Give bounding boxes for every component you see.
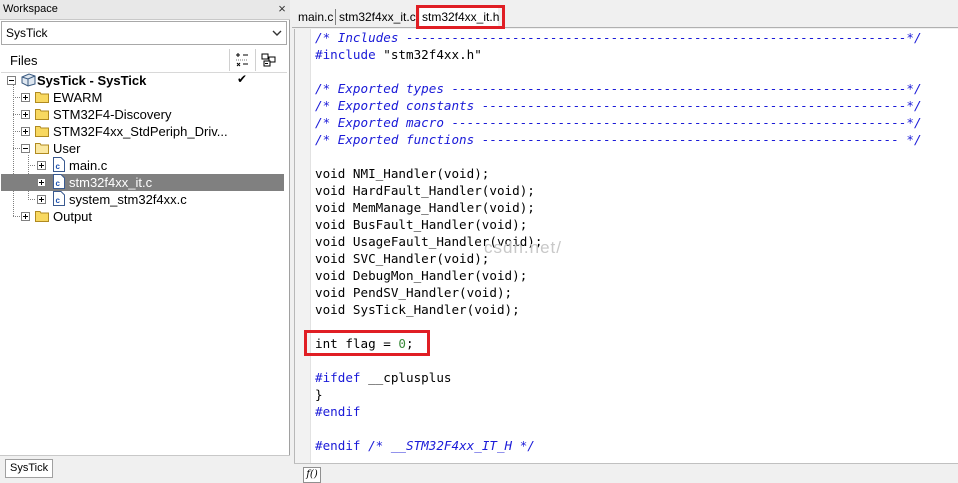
workspace-tab[interactable]: SysTick: [5, 459, 53, 478]
c-file-icon: c: [53, 174, 65, 189]
active-tab-highlight-box: [416, 5, 505, 29]
code-line: void NMI_Handler(void);: [315, 166, 490, 181]
tree-item-output[interactable]: Output: [1, 208, 284, 225]
expand-icon[interactable]: [37, 195, 46, 204]
check-icon: ✔: [237, 72, 248, 86]
code-line: #include "stm32f4xx.h": [315, 46, 482, 63]
collapse-icon[interactable]: [7, 76, 16, 85]
workspace-title: Workspace: [3, 3, 58, 15]
tree-item-project[interactable]: SysTick - SysTick ✔: [1, 72, 284, 89]
tree-item-label: EWARM: [53, 90, 103, 105]
tree-item-label: system_stm32f4xx.c: [69, 192, 187, 207]
tree-item-stm32f4xx-it-c[interactable]: c stm32f4xx_it.c: [1, 174, 284, 191]
close-icon[interactable]: ×: [276, 2, 288, 16]
workspace-tab-label: SysTick: [10, 462, 49, 474]
tree-item-ewarm[interactable]: EWARM: [1, 89, 284, 106]
code-line: #ifdef __cplusplus: [315, 369, 452, 386]
code-line: void PendSV_Handler(void);: [315, 285, 513, 300]
tree-item-label: User: [53, 141, 81, 156]
code-line: void HardFault_Handler(void);: [315, 183, 535, 198]
files-column-header: Files: [1, 47, 287, 73]
c-file-icon: c: [53, 191, 65, 206]
expand-icon[interactable]: [37, 178, 46, 187]
preprocessor-directive: #ifdef: [315, 370, 361, 385]
tree-item-user[interactable]: User: [1, 140, 284, 157]
code-editor[interactable]: /* Includes ----------------------------…: [294, 29, 958, 463]
tree-item-discovery[interactable]: STM32F4-Discovery: [1, 106, 284, 123]
expand-icon[interactable]: [21, 110, 30, 119]
tab-main-c[interactable]: main.c: [298, 7, 333, 28]
folder-icon: [35, 210, 49, 222]
config-column-icon[interactable]: [261, 52, 277, 68]
workspace-panel: Workspace × SysTick Files SysTick - SysT…: [0, 0, 290, 483]
editor-gutter: [295, 29, 311, 463]
chevron-down-icon[interactable]: [268, 22, 286, 44]
configuration-select[interactable]: SysTick: [1, 21, 287, 45]
tree-item-stdperiph[interactable]: STM32F4xx_StdPeriph_Driv...: [1, 123, 284, 140]
include-path: "stm32f4xx.h": [375, 47, 482, 62]
macro-name: __cplusplus: [360, 370, 452, 385]
svg-text:c: c: [56, 162, 61, 171]
svg-text:c: c: [56, 196, 61, 205]
watermark-text: csdn.net/: [484, 238, 562, 257]
editor-panel: main.c stm32f4xx_it.c stm32f4xx_it.h /* …: [292, 0, 958, 483]
code-line: /* Includes ----------------------------…: [315, 30, 922, 45]
code-line: void SVC_Handler(void);: [315, 251, 490, 266]
tree-item-label: STM32F4-Discovery: [53, 107, 172, 122]
svg-text:c: c: [56, 179, 61, 188]
code-line: }: [315, 387, 323, 402]
expand-icon[interactable]: [37, 161, 46, 170]
tree-item-main-c[interactable]: c main.c: [1, 157, 284, 174]
expand-icon[interactable]: [21, 93, 30, 102]
column-divider[interactable]: [255, 49, 256, 71]
workspace-tab-strip: SysTick: [0, 455, 290, 483]
tree-item-label: Output: [53, 209, 93, 224]
configuration-select-value: SysTick: [6, 26, 48, 40]
expand-icon[interactable]: [21, 127, 30, 136]
code-line: /* Exported constants ------------------…: [315, 98, 922, 113]
column-divider[interactable]: [229, 49, 230, 71]
function-list-button[interactable]: f(): [303, 467, 321, 483]
workspace-titlebar: Workspace ×: [0, 0, 290, 20]
code-line: #endif /* __STM32F4xx_IT_H */: [315, 437, 535, 454]
tree-item-label: main.c: [69, 158, 108, 173]
folder-icon: [35, 91, 49, 103]
code-line: #endif: [315, 404, 361, 419]
tree-item-label: STM32F4xx_StdPeriph_Driv...: [53, 124, 228, 139]
tree-item-system-c[interactable]: c system_stm32f4xx.c: [1, 191, 284, 208]
tab-divider: [335, 9, 336, 25]
c-file-icon: c: [53, 157, 65, 172]
project-label: SysTick - SysTick: [37, 73, 147, 88]
code-line: /* Exported macro ----------------------…: [315, 115, 922, 130]
flag-highlight-box: [304, 330, 430, 356]
tree-item-label: stm32f4xx_it.c: [69, 175, 153, 190]
editor-status-strip: f(): [294, 463, 958, 483]
open-folder-icon: [35, 142, 49, 154]
code-line: void MemManage_Handler(void);: [315, 200, 535, 215]
options-column-icon[interactable]: [234, 52, 250, 68]
project-icon: [21, 73, 36, 87]
code-line: /* Exported types ----------------------…: [315, 81, 922, 96]
tab-stm32f4xx-it-c[interactable]: stm32f4xx_it.c: [339, 7, 416, 28]
preprocessor-directive: #endif: [315, 438, 361, 453]
code-line: void BusFault_Handler(void);: [315, 217, 528, 232]
code-line: void DebugMon_Handler(void);: [315, 268, 528, 283]
folder-icon: [35, 108, 49, 120]
code-comment: /* __STM32F4xx_IT_H */: [360, 438, 535, 453]
expand-icon[interactable]: [21, 212, 30, 221]
code-line: void SysTick_Handler(void);: [315, 302, 520, 317]
preprocessor-directive: #include: [315, 47, 376, 62]
folder-icon: [35, 125, 49, 137]
files-header-label: Files: [10, 53, 38, 68]
editor-tab-bar: main.c stm32f4xx_it.c stm32f4xx_it.h: [292, 0, 958, 28]
collapse-icon[interactable]: [21, 144, 30, 153]
code-line: /* Exported functions ------------------…: [315, 132, 922, 147]
